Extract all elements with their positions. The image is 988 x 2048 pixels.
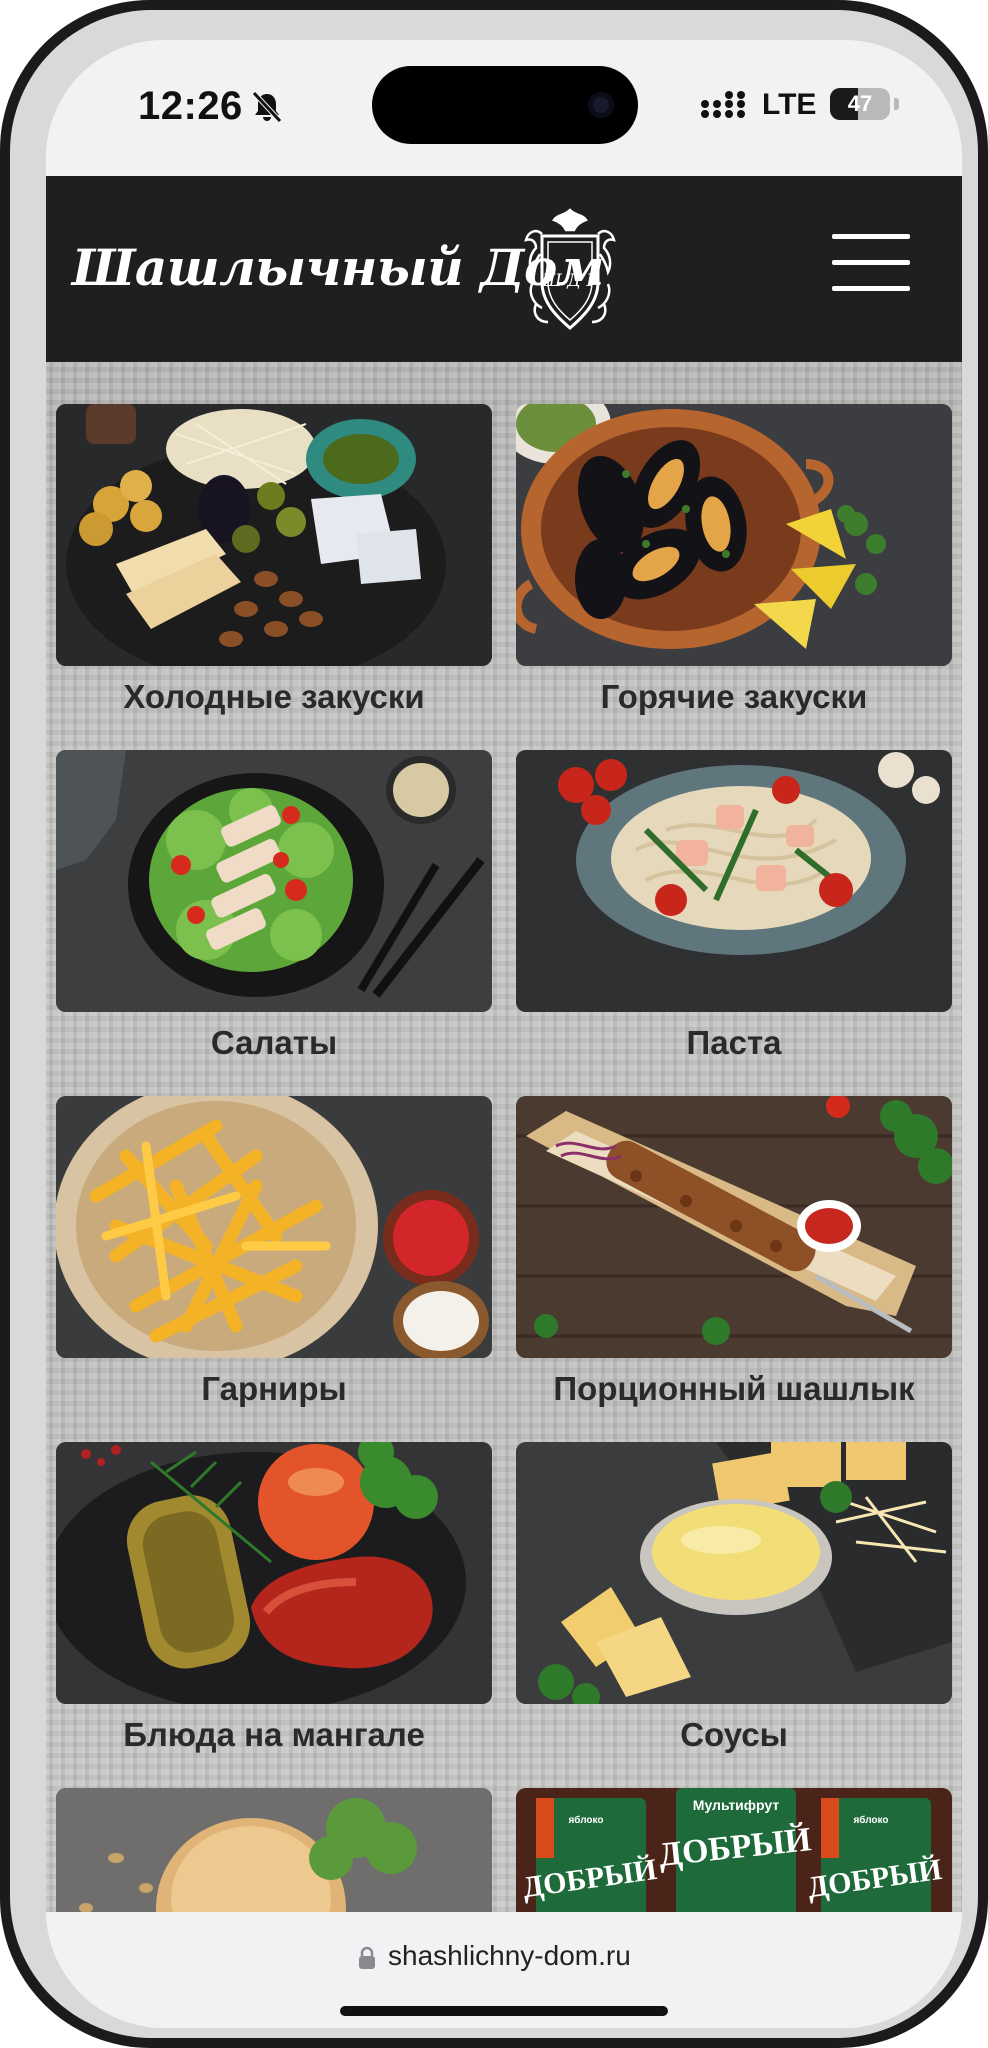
drink-flavor-label: яблоко [853, 1814, 888, 1826]
status-bar: 12:26 LTE 47 [46, 40, 962, 176]
dynamic-island [372, 66, 638, 144]
browser-address-bar[interactable]: shashlichny-dom.ru [46, 1912, 962, 2028]
pasta-image[interactable] [516, 750, 952, 1012]
category-card-bread[interactable] [56, 1788, 492, 1912]
portion-shashlik-image[interactable] [516, 1096, 952, 1358]
garnishes-image[interactable] [56, 1096, 492, 1358]
bread-image[interactable] [56, 1788, 492, 1912]
phone-frame: 12:26 LTE 47 Шашлычный Дом Ш Д Г Холодны… [0, 0, 988, 2048]
category-card-sauces[interactable]: Соусы [516, 1442, 952, 1754]
category-title[interactable]: Гарниры [56, 1370, 492, 1408]
home-indicator[interactable] [340, 2006, 668, 2016]
hot-appetizers-image[interactable] [516, 404, 952, 666]
crest-logo-icon[interactable]: Ш Д Г [522, 204, 618, 334]
salads-image[interactable] [56, 750, 492, 1012]
category-title[interactable]: Паста [516, 1024, 952, 1062]
category-title[interactable]: Блюда на мангале [56, 1716, 492, 1754]
status-time: 12:26 [138, 84, 243, 128]
drinks-image[interactable]: Мультифрут ДОБРЫЙ ДОБРЫЙ ДОБРЫЙ яблоко я… [516, 1788, 952, 1912]
category-card-cold-appetizers[interactable]: Холодные закуски [56, 404, 492, 716]
drink-brand-label: Мультифрут [693, 1797, 780, 1813]
hamburger-line [832, 286, 910, 291]
category-card-garnishes[interactable]: Гарниры [56, 1096, 492, 1408]
category-card-pasta[interactable]: Паста [516, 750, 952, 1062]
category-card-grilled-dishes[interactable]: Блюда на мангале [56, 1442, 492, 1754]
phone-bezel: 12:26 LTE 47 Шашлычный Дом Ш Д Г Холодны… [10, 10, 978, 2038]
bell-muted-icon [252, 91, 282, 123]
battery-tip [894, 98, 899, 110]
category-card-portion-shashlik[interactable]: Порционный шашлык [516, 1096, 952, 1408]
category-title[interactable]: Салаты [56, 1024, 492, 1062]
category-title[interactable]: Холодные закуски [56, 678, 492, 716]
category-title[interactable]: Порционный шашлык [516, 1370, 952, 1408]
url-text[interactable]: shashlichny-dom.ru [388, 1940, 631, 1972]
site-header: Шашлычный Дом Ш Д Г [46, 176, 962, 362]
battery-percent: 47 [847, 91, 873, 116]
hamburger-line [832, 260, 910, 265]
lock-icon [359, 1946, 375, 1969]
screen: 12:26 LTE 47 Шашлычный Дом Ш Д Г Холодны… [46, 40, 962, 2028]
camera-icon [588, 92, 614, 118]
drink-flavor-label: яблоко [568, 1814, 603, 1826]
hamburger-menu-button[interactable] [832, 234, 910, 292]
network-type: LTE [762, 88, 817, 121]
grilled-dishes-image[interactable] [56, 1442, 492, 1704]
crest-letters: Ш Д Г [541, 271, 598, 291]
category-card-hot-appetizers[interactable]: Горячие закуски [516, 404, 952, 716]
category-card-drinks[interactable]: Мультифрут ДОБРЫЙ ДОБРЫЙ ДОБРЫЙ яблоко я… [516, 1788, 952, 1912]
sauces-image[interactable] [516, 1442, 952, 1704]
battery-icon: 47 [830, 88, 890, 120]
cold-appetizers-image[interactable] [56, 404, 492, 666]
category-card-salads[interactable]: Салаты [56, 750, 492, 1062]
menu-categories: Холодные закуски Горячие закуски Салаты … [46, 362, 962, 1912]
cellular-signal-icon [701, 91, 745, 118]
hamburger-line [832, 234, 910, 239]
category-title[interactable]: Горячие закуски [516, 678, 952, 716]
category-title[interactable]: Соусы [516, 1716, 952, 1754]
